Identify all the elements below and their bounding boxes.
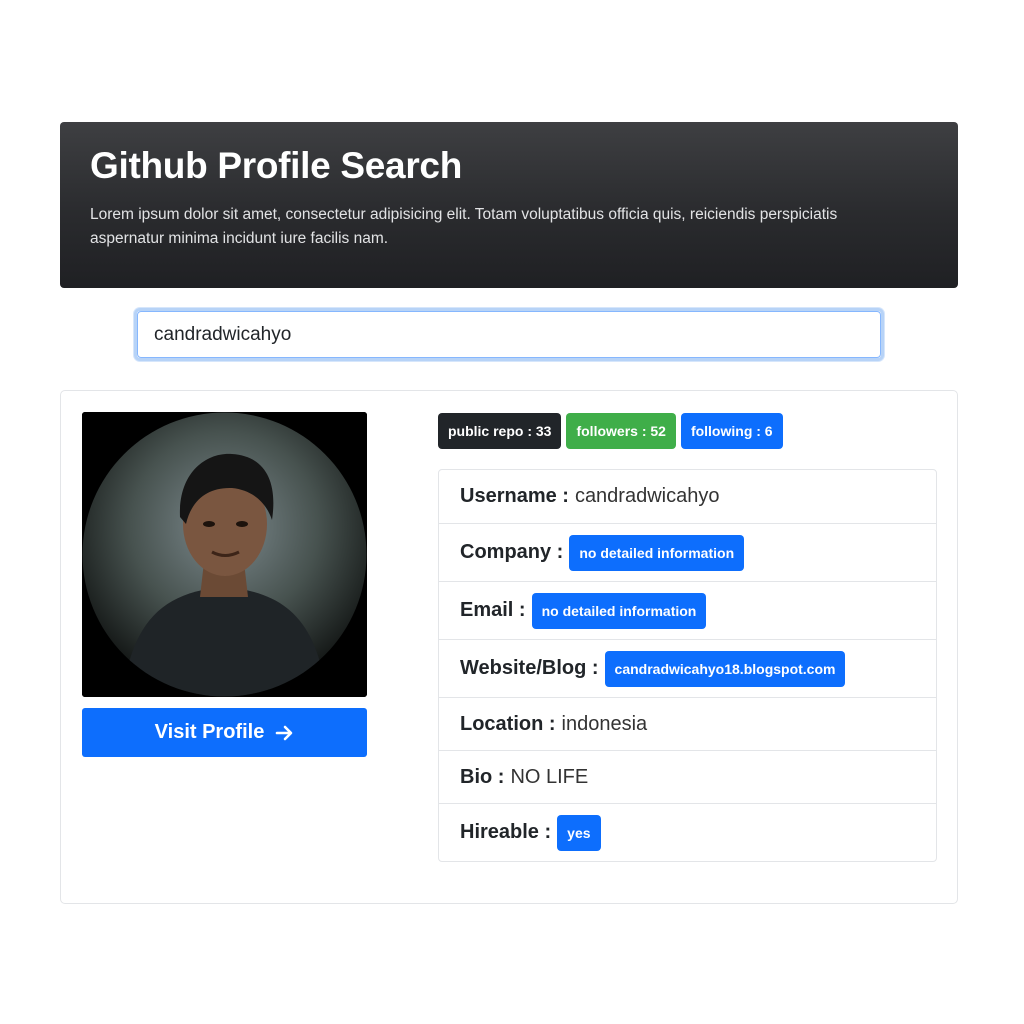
username-value: candradwicahyo xyxy=(574,485,720,507)
page: Github Profile Search Lorem ipsum dolor … xyxy=(0,0,1024,1024)
following-badge: following : 6 xyxy=(680,413,783,449)
search-box xyxy=(134,308,884,361)
list-item-bio: Bio : NO LIFE xyxy=(439,751,936,804)
username-label: Username : xyxy=(460,485,569,507)
company-label: Company : xyxy=(460,541,564,563)
search-input[interactable] xyxy=(137,311,881,358)
list-item-username: Username : candradwicahyo xyxy=(439,470,936,524)
location-value: indonesia xyxy=(561,712,648,735)
email-label: Email : xyxy=(460,599,526,621)
website-label: Website/Blog : xyxy=(460,657,599,679)
profile-card: Visit Profile public repo : 33 followers… xyxy=(60,390,958,904)
location-label: Location : xyxy=(460,712,556,735)
website-badge[interactable]: candradwicahyo18.blogspot.com xyxy=(604,650,846,687)
visit-profile-label: Visit Profile xyxy=(154,721,265,743)
avatar xyxy=(82,412,367,697)
bio-label: Bio : xyxy=(460,765,505,788)
list-item-website: Website/Blog : candradwicahyo18.blogspot… xyxy=(439,640,936,698)
page-title: Github Profile Search xyxy=(90,145,462,186)
arrow-right-icon xyxy=(276,725,293,740)
followers-badge: followers : 52 xyxy=(566,413,676,449)
visit-profile-button[interactable]: Visit Profile xyxy=(82,708,367,757)
company-badge: no detailed information xyxy=(569,534,745,571)
public-repo-badge: public repo : 33 xyxy=(438,413,562,449)
hireable-label: Hireable : xyxy=(460,821,552,843)
list-item-hireable: Hireable : yes xyxy=(439,804,936,861)
profile-details-list: Username : candradwicahyo Company : no d… xyxy=(438,469,937,862)
list-item-email: Email : no detailed information xyxy=(439,582,936,640)
header-jumbotron: Github Profile Search Lorem ipsum dolor … xyxy=(60,122,958,288)
page-description: Lorem ipsum dolor sit amet, consectetur … xyxy=(90,205,838,247)
bio-value: NO LIFE xyxy=(510,765,589,788)
hireable-badge: yes xyxy=(557,814,601,851)
stats-badges: public repo : 33 followers : 52 followin… xyxy=(438,413,783,449)
list-item-location: Location : indonesia xyxy=(439,698,936,751)
email-badge: no detailed information xyxy=(531,592,707,629)
avatar-image xyxy=(82,412,367,697)
list-item-company: Company : no detailed information xyxy=(439,524,936,582)
